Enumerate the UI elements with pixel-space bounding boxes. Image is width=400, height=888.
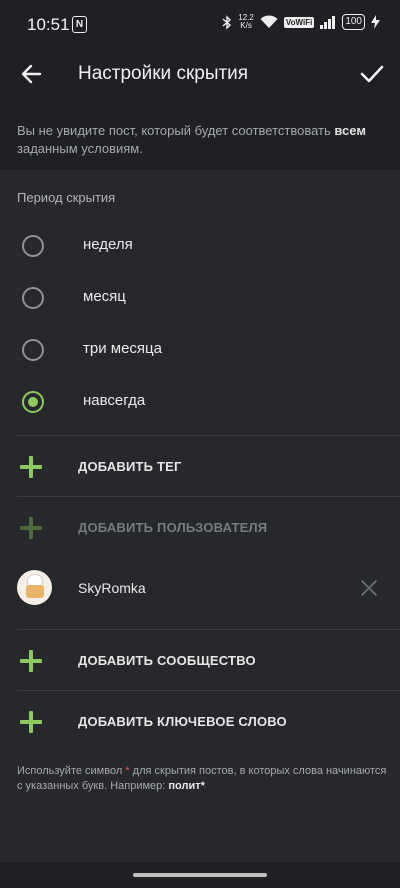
avatar bbox=[17, 570, 52, 605]
add-community-button[interactable]: ДОБАВИТЬ СООБЩЕСТВО bbox=[0, 630, 400, 690]
radio-button[interactable] bbox=[22, 287, 44, 309]
add-keyword-label: ДОБАВИТЬ КЛЮЧЕВОЕ СЛОВО bbox=[78, 714, 287, 729]
back-arrow-icon[interactable] bbox=[18, 60, 46, 88]
status-time: 10:51 bbox=[27, 15, 70, 34]
period-option-forever[interactable]: навсегда bbox=[0, 377, 400, 429]
page-title: Настройки скрытия bbox=[78, 63, 249, 84]
period-option-label: три месяца bbox=[83, 340, 162, 357]
hint-example: полит* bbox=[168, 780, 205, 792]
period-section-label: Период скрытия bbox=[17, 190, 116, 205]
period-option-month[interactable]: месяц bbox=[0, 273, 400, 325]
add-user-button[interactable]: ДОБАВИТЬ ПОЛЬЗОВАТЕЛЯ bbox=[0, 497, 400, 557]
radio-button[interactable] bbox=[22, 339, 44, 361]
period-option-label: неделя bbox=[83, 236, 133, 253]
period-option-three-months[interactable]: три месяца bbox=[0, 325, 400, 377]
hidden-user-item: SkyRomka bbox=[0, 558, 400, 620]
period-option-label: навсегда bbox=[83, 392, 146, 409]
add-community-label: ДОБАВИТЬ СООБЩЕСТВО bbox=[78, 653, 256, 668]
status-bar: 10:51 N 12.2 K/s VoWiFi 100 bbox=[0, 0, 400, 48]
period-option-week[interactable]: неделя bbox=[0, 221, 400, 273]
plus-icon bbox=[20, 711, 42, 733]
hint-text-part1: Используйте символ bbox=[17, 765, 126, 777]
network-speed-unit: K/s bbox=[240, 21, 252, 30]
vowifi-badge: VoWiFi bbox=[283, 16, 315, 28]
hint-text: Используйте символ * для скрытия постов,… bbox=[17, 764, 387, 794]
bluetooth-icon bbox=[222, 14, 232, 30]
avatar-face-shape bbox=[26, 585, 44, 598]
nfc-icon: N bbox=[72, 16, 87, 33]
navigation-bar bbox=[0, 862, 400, 888]
status-icons: 12.2 K/s VoWiFi 100 bbox=[222, 14, 380, 30]
checkmark-icon[interactable] bbox=[358, 60, 386, 88]
notice-text-bold: всем bbox=[334, 123, 366, 138]
notice-panel: Вы не увидите пост, который будет соотве… bbox=[0, 102, 400, 170]
radio-button[interactable] bbox=[22, 235, 44, 257]
add-user-label: ДОБАВИТЬ ПОЛЬЗОВАТЕЛЯ bbox=[78, 520, 268, 535]
wifi-icon bbox=[260, 15, 278, 28]
close-icon[interactable] bbox=[360, 579, 378, 597]
network-speed: 12.2 K/s bbox=[238, 14, 254, 30]
user-name: SkyRomka bbox=[78, 580, 146, 596]
charging-icon bbox=[371, 15, 380, 29]
period-option-label: месяц bbox=[83, 288, 126, 305]
add-keyword-button[interactable]: ДОБАВИТЬ КЛЮЧЕВОЕ СЛОВО bbox=[0, 691, 400, 751]
signal-icon bbox=[320, 15, 336, 29]
notice-text-start: Вы не увидите пост, который будет соотве… bbox=[17, 123, 335, 138]
add-tag-label: ДОБАВИТЬ ТЕГ bbox=[78, 459, 182, 474]
plus-icon bbox=[20, 650, 42, 672]
plus-icon bbox=[20, 456, 42, 478]
plus-icon bbox=[20, 517, 42, 539]
notice-text-end: заданным условиям. bbox=[17, 141, 143, 156]
notice-text: Вы не увидите пост, который будет соотве… bbox=[17, 122, 387, 158]
app-bar: Настройки скрытия bbox=[0, 48, 400, 102]
add-tag-button[interactable]: ДОБАВИТЬ ТЕГ bbox=[0, 436, 400, 496]
home-gesture-handle[interactable] bbox=[133, 873, 267, 877]
radio-button-selected[interactable] bbox=[22, 391, 44, 413]
battery-icon: 100 bbox=[342, 14, 365, 30]
avatar-hat-shape bbox=[28, 575, 42, 585]
